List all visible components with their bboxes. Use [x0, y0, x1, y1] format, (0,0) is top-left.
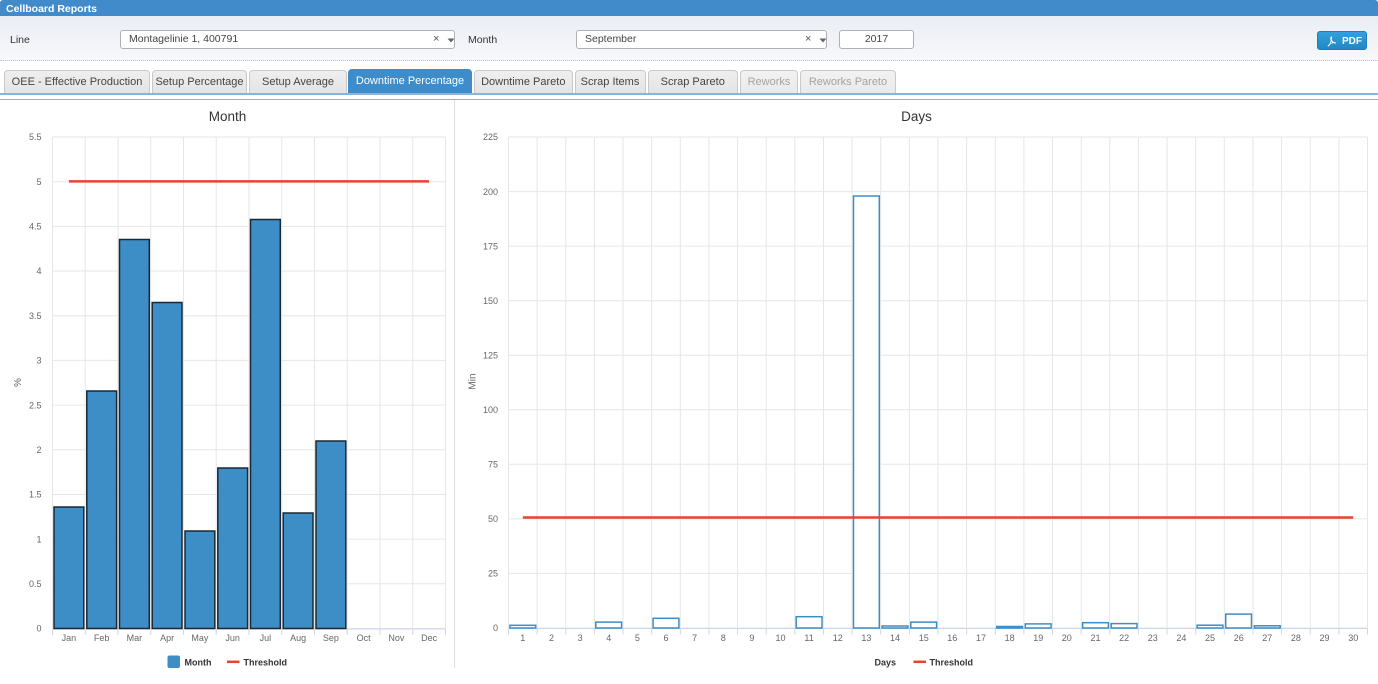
svg-text:Month: Month — [185, 657, 212, 667]
svg-text:27: 27 — [1262, 633, 1272, 643]
svg-text:%: % — [13, 378, 24, 387]
svg-text:17: 17 — [976, 633, 986, 643]
svg-text:Min: Min — [468, 373, 479, 389]
svg-text:200: 200 — [483, 187, 498, 197]
svg-text:13: 13 — [861, 633, 871, 643]
svg-text:12: 12 — [833, 633, 843, 643]
svg-text:1: 1 — [520, 633, 525, 643]
svg-text:24: 24 — [1176, 633, 1186, 643]
svg-text:2: 2 — [36, 445, 41, 455]
svg-text:4: 4 — [36, 266, 41, 276]
svg-text:125: 125 — [483, 350, 498, 360]
svg-text:225: 225 — [483, 132, 498, 142]
svg-text:2: 2 — [549, 633, 554, 643]
svg-text:25: 25 — [488, 569, 498, 579]
svg-text:Aug: Aug — [290, 633, 306, 643]
svg-text:25: 25 — [1205, 633, 1215, 643]
svg-text:22: 22 — [1119, 633, 1129, 643]
svg-text:4: 4 — [606, 633, 611, 643]
svg-text:0: 0 — [493, 623, 498, 633]
svg-text:29: 29 — [1319, 633, 1329, 643]
svg-text:0.5: 0.5 — [29, 579, 42, 589]
svg-text:2.5: 2.5 — [29, 400, 42, 410]
svg-text:3: 3 — [36, 356, 41, 366]
svg-text:1: 1 — [36, 534, 41, 544]
svg-text:Days: Days — [875, 657, 897, 667]
svg-text:Threshold: Threshold — [930, 657, 974, 667]
svg-text:5: 5 — [36, 177, 41, 187]
svg-text:9: 9 — [749, 633, 754, 643]
svg-text:175: 175 — [483, 241, 498, 251]
svg-text:Jun: Jun — [225, 633, 240, 643]
svg-text:Jan: Jan — [62, 633, 77, 643]
svg-text:3.5: 3.5 — [29, 311, 42, 321]
svg-text:18: 18 — [1005, 633, 1015, 643]
svg-text:15: 15 — [919, 633, 929, 643]
svg-text:100: 100 — [483, 405, 498, 415]
svg-text:150: 150 — [483, 296, 498, 306]
svg-text:Jul: Jul — [260, 633, 272, 643]
svg-text:26: 26 — [1234, 633, 1244, 643]
svg-text:30: 30 — [1348, 633, 1358, 643]
svg-text:20: 20 — [1062, 633, 1072, 643]
svg-text:6: 6 — [663, 633, 668, 643]
svg-text:21: 21 — [1090, 633, 1100, 643]
svg-text:Dec: Dec — [421, 633, 438, 643]
svg-text:Apr: Apr — [160, 633, 174, 643]
svg-text:3: 3 — [578, 633, 583, 643]
svg-text:14: 14 — [890, 633, 900, 643]
svg-text:Nov: Nov — [388, 633, 405, 643]
svg-text:5.5: 5.5 — [29, 132, 42, 142]
svg-text:16: 16 — [947, 633, 957, 643]
svg-text:10: 10 — [775, 633, 785, 643]
svg-text:0: 0 — [36, 624, 41, 634]
svg-text:Month: Month — [209, 109, 247, 124]
svg-text:4.5: 4.5 — [29, 222, 42, 232]
svg-text:Days: Days — [901, 109, 932, 124]
svg-text:11: 11 — [804, 633, 813, 643]
svg-text:Mar: Mar — [127, 633, 143, 643]
svg-text:1.5: 1.5 — [29, 490, 42, 500]
svg-text:Feb: Feb — [94, 633, 110, 643]
svg-text:Threshold: Threshold — [244, 657, 288, 667]
svg-text:5: 5 — [635, 633, 640, 643]
svg-text:7: 7 — [692, 633, 697, 643]
svg-text:Oct: Oct — [357, 633, 372, 643]
svg-text:23: 23 — [1148, 633, 1158, 643]
svg-text:75: 75 — [488, 460, 498, 470]
svg-text:Sep: Sep — [323, 633, 339, 643]
svg-text:May: May — [191, 633, 209, 643]
svg-text:19: 19 — [1033, 633, 1043, 643]
svg-text:8: 8 — [721, 633, 726, 643]
svg-text:50: 50 — [488, 514, 498, 524]
svg-text:28: 28 — [1291, 633, 1301, 643]
